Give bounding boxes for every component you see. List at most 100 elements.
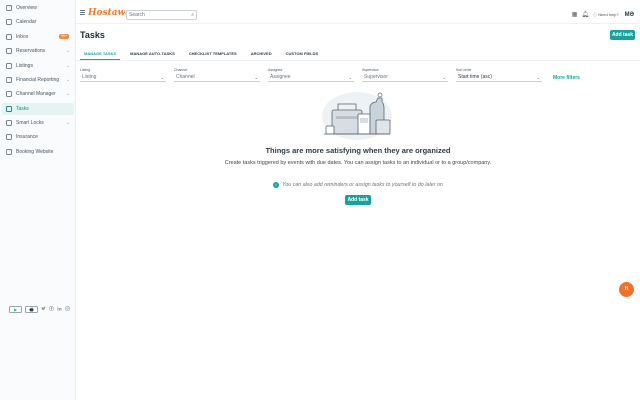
cleaning-supplies-illustration [322, 92, 392, 140]
tab-custom-fields[interactable]: CUSTOM FIELDS [282, 48, 323, 60]
empty-state-tip: ✓ You can also add reminders or assign ta… [76, 182, 640, 188]
filter-value: Assignee [270, 74, 291, 80]
tab-checklist-templates[interactable]: CHECKLIST TEMPLATES [185, 48, 241, 60]
chevron-down-icon: ⌄ [65, 120, 70, 126]
chevron-down-icon: ⌄ [65, 48, 70, 54]
assignee-select[interactable]: Assignee ⌄ [268, 74, 354, 82]
sidebar-item-smart-locks[interactable]: Smart Locks ⌄ [2, 117, 74, 129]
sidebar-item-label: Calendar [16, 19, 37, 25]
chevron-down-icon: ⌄ [442, 75, 446, 80]
tab-manage-auto-tasks[interactable]: MANAGE AUTO-TASKS [126, 48, 179, 60]
filter-supervisor: Supervisor Supervisor ⌄ [362, 68, 448, 82]
filter-label: Listing [80, 68, 91, 72]
chart-icon [6, 77, 12, 83]
globe-icon [6, 149, 12, 155]
sidebar-item-label: Financial Reporting [16, 77, 60, 83]
sidebar-item-label: Listings [16, 63, 33, 69]
filter-label: Sort order [456, 68, 472, 72]
sidebar: Overview Calendar Inbox 99+ Reservations ⌄… [0, 0, 76, 400]
sidebar-item-label: Channel Manager [16, 91, 56, 97]
filter-value: Supervisor [364, 74, 388, 80]
tip-text: You can also add reminders or assign tas… [282, 182, 443, 188]
reservations-icon [6, 48, 12, 54]
chevron-down-icon: ⌄ [348, 75, 352, 80]
tasks-icon [6, 106, 12, 112]
filter-value: Channel [176, 74, 195, 80]
sidebar-item-label: Smart Locks [16, 120, 44, 126]
filter-sort-order: Sort order Start time (asc) ⌄ [456, 68, 542, 82]
calendar-icon [6, 19, 12, 25]
hamburger-menu-icon[interactable] [80, 10, 85, 16]
sidebar-item-channel-manager[interactable]: Channel Manager ⌄ [2, 88, 74, 100]
sidebar-item-booking-website[interactable]: Booking Website [2, 146, 74, 158]
channel-select[interactable]: Channel ⌄ [174, 74, 260, 82]
bell-icon[interactable]: 🔔︎ [581, 11, 589, 18]
chevron-down-icon: ⌄ [65, 63, 70, 69]
filter-value: Listing [82, 74, 97, 80]
sort-order-select[interactable]: Start time (asc) ⌄ [456, 74, 542, 82]
empty-state-add-task-button[interactable]: Add task [345, 195, 371, 205]
sidebar-item-insurance[interactable]: Insurance [2, 131, 74, 143]
search-input[interactable]: Search ⌕ [126, 10, 197, 20]
empty-state-subtitle: Create tasks triggered by events with du… [224, 160, 492, 166]
empty-state-title: Things are more satisfying when they are… [265, 146, 451, 155]
top-bar-actions: ▦ 🔔︎ ⓘ Need help? MƏ [572, 11, 640, 19]
facebook-icon[interactable] [49, 306, 54, 313]
app-store-icon[interactable] [25, 306, 38, 313]
top-bar: Hostaway Search ⌕ ▦ 🔔︎ ⓘ Need help? MƏ [76, 0, 640, 24]
sidebar-item-label: Insurance [16, 134, 38, 140]
home-icon [6, 5, 12, 11]
instagram-icon[interactable] [65, 306, 70, 313]
sidebar-item-label: Overview [16, 5, 37, 11]
tab-bar: MANAGE TASKS MANAGE AUTO-TASKS CHECKLIST… [80, 48, 328, 60]
sidebar-item-label: Booking Website [16, 149, 54, 155]
apple-icon [29, 307, 34, 312]
twitter-icon[interactable] [41, 306, 46, 313]
google-play-icon[interactable]: ▶ [9, 306, 22, 313]
divider [76, 60, 640, 61]
supervisor-select[interactable]: Supervisor ⌄ [362, 74, 448, 82]
linkedin-icon[interactable] [57, 306, 62, 313]
sidebar-item-tasks[interactable]: Tasks [2, 103, 74, 115]
filter-value: Start time (asc) [458, 74, 492, 80]
filter-label: Supervisor [362, 68, 379, 72]
shield-icon [6, 134, 12, 140]
avatar[interactable]: MƏ [625, 12, 634, 18]
tab-archived[interactable]: ARCHIVED [247, 48, 276, 60]
sidebar-item-label: Inbox [16, 34, 29, 40]
filter-label: Channel [174, 68, 188, 72]
filter-assignee: Assignee Assignee ⌄ [268, 68, 354, 82]
footer-links: ▶ [9, 306, 70, 313]
sidebar-item-reservations[interactable]: Reservations ⌄ [2, 45, 74, 57]
search-placeholder: Search [129, 12, 145, 18]
sidebar-item-listings[interactable]: Listings ⌄ [2, 60, 74, 72]
channel-icon [6, 91, 12, 97]
filter-channel: Channel Channel ⌄ [174, 68, 260, 82]
sidebar-item-financial-reporting[interactable]: Financial Reporting ⌄ [2, 74, 74, 86]
chevron-down-icon: ⌄ [65, 91, 70, 97]
calendar-icon[interactable]: ▦ [572, 11, 578, 18]
more-filters-link[interactable]: More filters [553, 75, 580, 81]
chat-support-button[interactable]: H [619, 282, 634, 297]
chevron-down-icon: ⌄ [160, 75, 164, 80]
check-circle-icon: ✓ [273, 182, 280, 188]
filter-label: Assignee [268, 68, 283, 72]
search-icon: ⌕ [191, 12, 194, 18]
sidebar-item-overview[interactable]: Overview [2, 2, 74, 14]
sidebar-item-calendar[interactable]: Calendar [2, 16, 74, 28]
listing-select[interactable]: Listing ⌄ [80, 74, 166, 82]
sidebar-item-label: Reservations [16, 48, 46, 54]
chevron-down-icon: ⌄ [254, 75, 258, 80]
chevron-down-icon: ⌄ [536, 75, 540, 80]
page-title: Tasks [80, 30, 105, 40]
filter-listing: Listing Listing ⌄ [80, 68, 166, 82]
sidebar-item-label: Tasks [16, 106, 29, 112]
help-link[interactable]: ⓘ Need help? [593, 12, 619, 18]
add-task-button[interactable]: Add task [610, 30, 635, 40]
listings-icon [6, 63, 12, 69]
chevron-down-icon: ⌄ [65, 77, 70, 83]
sidebar-item-inbox[interactable]: Inbox 99+ [2, 31, 74, 43]
inbox-count-badge: 99+ [59, 34, 69, 39]
help-label: Need help? [598, 11, 619, 17]
tab-manage-tasks[interactable]: MANAGE TASKS [80, 48, 121, 60]
